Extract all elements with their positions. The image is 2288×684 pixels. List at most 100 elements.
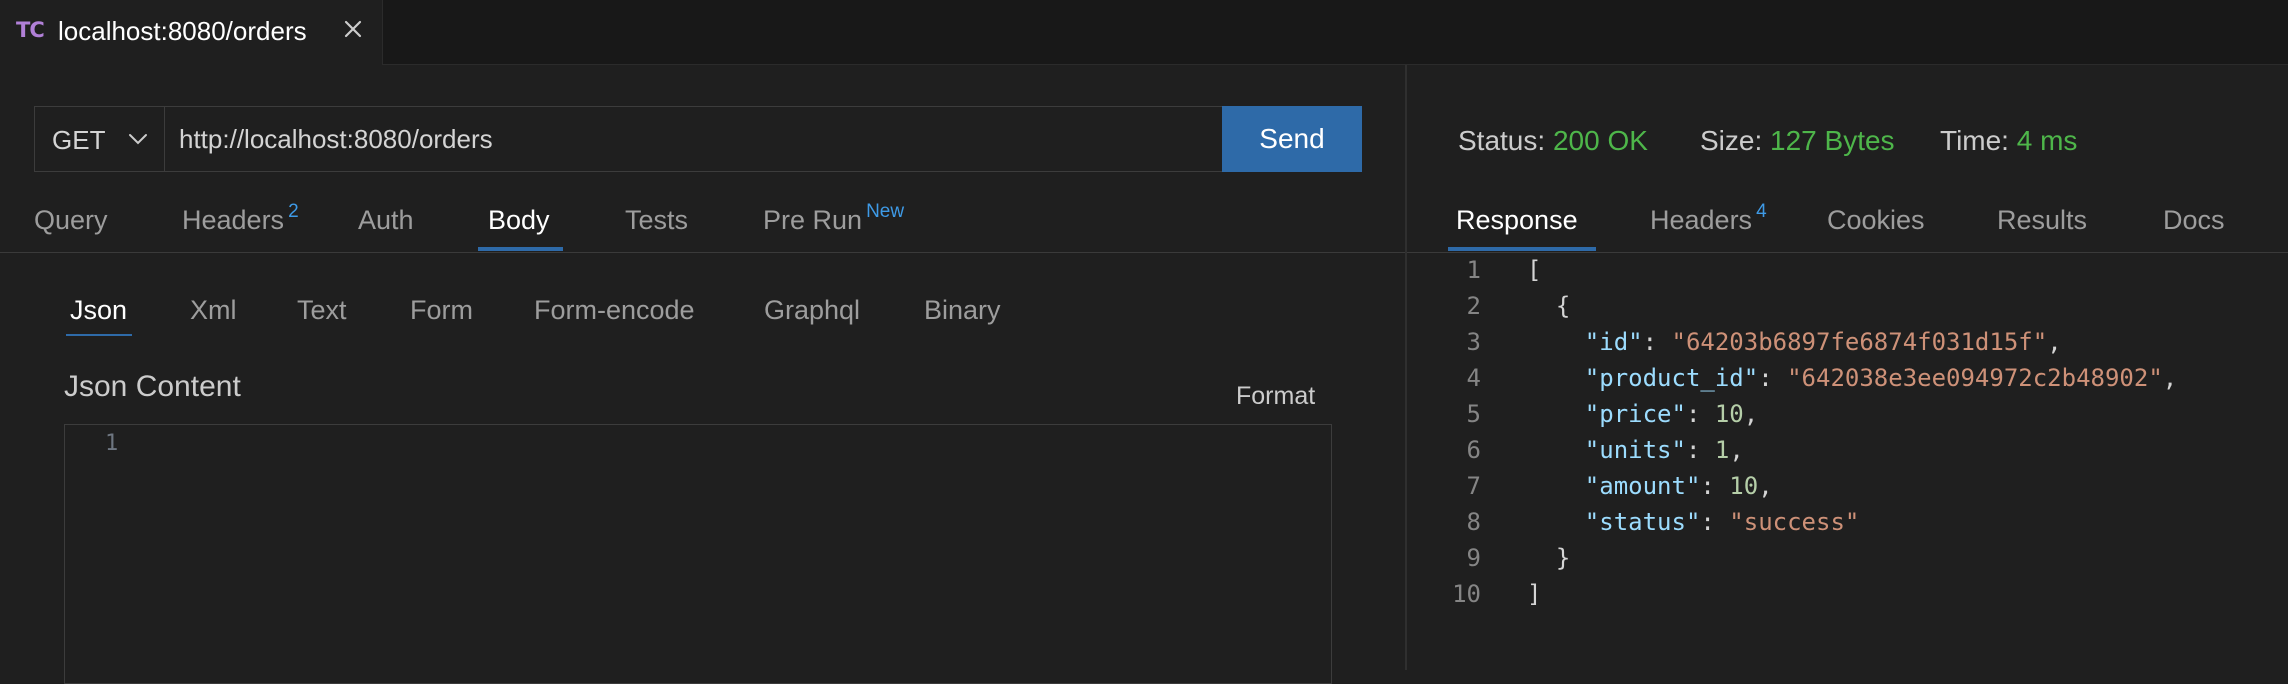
tab-headers[interactable]: Headers 2	[182, 201, 299, 236]
tab-docs[interactable]: Docs	[2163, 205, 2225, 236]
json-separator: :	[1700, 508, 1730, 536]
new-badge: New	[866, 201, 905, 222]
tab-query[interactable]: Query	[34, 205, 108, 236]
tab-tests[interactable]: Tests	[625, 205, 688, 236]
json-key: "price"	[1584, 400, 1686, 428]
tab-label: Headers	[1650, 205, 1753, 235]
body-tab-graphql[interactable]: Graphql	[764, 295, 860, 326]
tab-label: Docs	[2163, 205, 2225, 235]
tab-response[interactable]: Response	[1456, 205, 1578, 236]
json-value: 10	[1729, 472, 1759, 500]
request-tab[interactable]: TC localhost:8080/orders	[0, 0, 383, 65]
json-punctuation: ,	[2162, 364, 2178, 392]
line-number: 3	[1466, 328, 1481, 356]
status-label: Status:	[1458, 125, 1546, 156]
json-value: "64203b6897fe6874f031d15f"	[1671, 328, 2048, 356]
json-value: 10	[1714, 400, 1744, 428]
body-tab-json[interactable]: Json	[70, 295, 127, 326]
headers-count-badge: 2	[288, 201, 299, 222]
json-punctuation: ,	[2047, 328, 2062, 356]
format-button[interactable]: Format	[1236, 382, 1315, 411]
tab-label: Tests	[625, 205, 689, 235]
active-body-tab-indicator	[66, 334, 132, 336]
thunder-client-logo-icon: TC	[16, 18, 45, 42]
json-punctuation: ,	[1758, 472, 1773, 500]
method-select[interactable]: GET	[35, 107, 165, 171]
json-key: "product_id"	[1584, 364, 1759, 392]
body-tab-xml[interactable]: Xml	[190, 295, 237, 326]
response-tabs: Response Headers 4 Cookies Results Docs	[1407, 195, 2288, 253]
body-tab-binary[interactable]: Binary	[924, 295, 1001, 326]
body-tab-form-encode[interactable]: Form-encode	[534, 295, 695, 326]
json-separator: :	[1642, 328, 1672, 356]
json-body-editor[interactable]: 1	[64, 424, 1332, 684]
tab-auth[interactable]: Auth	[358, 205, 414, 236]
json-value: 1	[1714, 436, 1730, 464]
json-separator: :	[1685, 436, 1715, 464]
line-number: 8	[1466, 508, 1481, 536]
body-tab-form[interactable]: Form	[410, 295, 473, 326]
json-content-label: Json Content	[64, 370, 241, 403]
line-number: 1	[1466, 256, 1481, 284]
line-number: 5	[1466, 400, 1481, 428]
json-separator: :	[1758, 364, 1788, 392]
json-value: "642038e3ee094972c2b48902"	[1787, 364, 2163, 392]
code-text: {	[1527, 292, 1570, 320]
tab-pre-run[interactable]: Pre Run New	[763, 201, 904, 236]
tab-label: Query	[34, 205, 108, 235]
url-input[interactable]	[179, 107, 1239, 171]
status-info: Status: 200 OK	[1458, 125, 1648, 157]
time-label: Time:	[1940, 125, 2009, 156]
line-number: 6	[1466, 436, 1481, 464]
time-info: Time: 4 ms	[1940, 125, 2077, 157]
close-icon[interactable]	[340, 16, 366, 42]
code-text: "price": 10,	[1527, 400, 1758, 428]
tab-title[interactable]: localhost:8080/orders	[58, 16, 307, 47]
code-text: "product_id": "642038e3ee094972c2b48902"…	[1527, 364, 2177, 392]
json-key: "amount"	[1584, 472, 1701, 500]
status-value: 200 OK	[1552, 125, 1648, 156]
code-text: "id": "64203b6897fe6874f031d15f",	[1527, 328, 2062, 356]
tab-response-headers[interactable]: Headers 4	[1650, 201, 1767, 236]
send-button[interactable]: Send	[1222, 106, 1362, 172]
code-text: [	[1527, 256, 1541, 284]
line-number: 9	[1466, 544, 1481, 572]
request-tabs: Query Headers 2 Auth Body Tests Pre Run Ne…	[0, 195, 1405, 253]
json-value: "success"	[1729, 508, 1860, 536]
code-text: ]	[1527, 580, 1541, 608]
body-tab-text[interactable]: Text	[297, 295, 347, 326]
line-number: 2	[1466, 292, 1481, 320]
tab-label: Body	[488, 205, 550, 235]
json-punctuation: }	[1555, 544, 1571, 572]
size-info: Size: 127 Bytes	[1700, 125, 1895, 157]
json-punctuation: ,	[1729, 436, 1744, 464]
json-punctuation: {	[1555, 292, 1571, 320]
active-response-tab-indicator	[1448, 247, 1596, 251]
json-key: "id"	[1584, 328, 1643, 356]
json-key: "units"	[1584, 436, 1686, 464]
tab-cookies[interactable]: Cookies	[1827, 205, 1925, 236]
tab-label: Headers	[182, 205, 285, 235]
json-punctuation: ,	[1743, 400, 1759, 428]
tab-label: Response	[1456, 205, 1578, 235]
tab-label: Results	[1997, 205, 2088, 235]
line-number: 4	[1466, 364, 1481, 392]
headers-count-badge: 4	[1756, 201, 1767, 222]
line-number: 10	[1452, 580, 1481, 608]
json-punctuation: ]	[1527, 580, 1542, 608]
body-type-tabs: Json Xml Text Form Form-encode Graphql B…	[0, 290, 1100, 340]
editor-tab-bar: TC localhost:8080/orders	[0, 0, 2288, 65]
active-tab-indicator	[478, 247, 563, 251]
tab-body[interactable]: Body	[488, 205, 550, 236]
tab-results[interactable]: Results	[1997, 205, 2087, 236]
tab-label: Auth	[358, 205, 414, 235]
json-separator: :	[1700, 472, 1730, 500]
code-text: "status": "success"	[1527, 508, 1860, 536]
line-number: 7	[1466, 472, 1481, 500]
json-key: "status"	[1584, 508, 1701, 536]
